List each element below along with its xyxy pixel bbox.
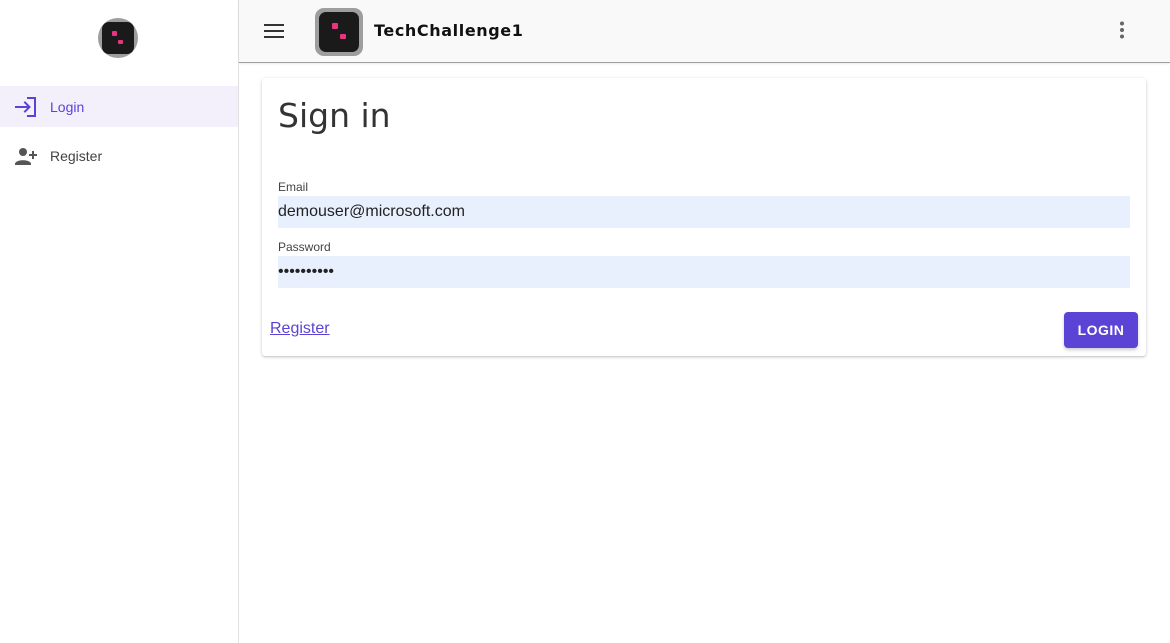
sidebar-logo — [98, 18, 138, 58]
login-button[interactable]: LOGIN — [1064, 312, 1138, 348]
app-title: TechChallenge1 — [374, 21, 524, 40]
top-app-bar: TechChallenge1 — [239, 0, 1170, 63]
sidebar: Login Register — [0, 0, 239, 643]
hamburger-menu-icon — [264, 24, 284, 38]
register-link[interactable]: Register — [270, 320, 330, 338]
email-field[interactable] — [278, 196, 1130, 228]
password-label: Password — [278, 240, 331, 254]
password-field[interactable] — [278, 256, 1130, 288]
sidebar-item-register[interactable]: Register — [0, 135, 238, 176]
logo-icon — [319, 12, 359, 52]
page-title: Sign in — [278, 96, 391, 135]
person-add-icon — [14, 144, 38, 168]
sidebar-item-label: Login — [50, 98, 85, 115]
signin-card: Sign in Email Password Register LOGIN — [262, 78, 1146, 356]
sidebar-item-login[interactable]: Login — [0, 86, 238, 127]
sidebar-nav: Login Register — [0, 86, 238, 184]
email-label: Email — [278, 180, 309, 194]
menu-button[interactable] — [261, 18, 287, 44]
sidebar-item-label: Register — [50, 147, 103, 164]
logo-icon — [102, 22, 134, 54]
app-logo — [315, 8, 363, 56]
more-options-button[interactable] — [1110, 18, 1134, 42]
more-vert-icon — [1120, 21, 1124, 39]
login-icon — [14, 95, 38, 119]
